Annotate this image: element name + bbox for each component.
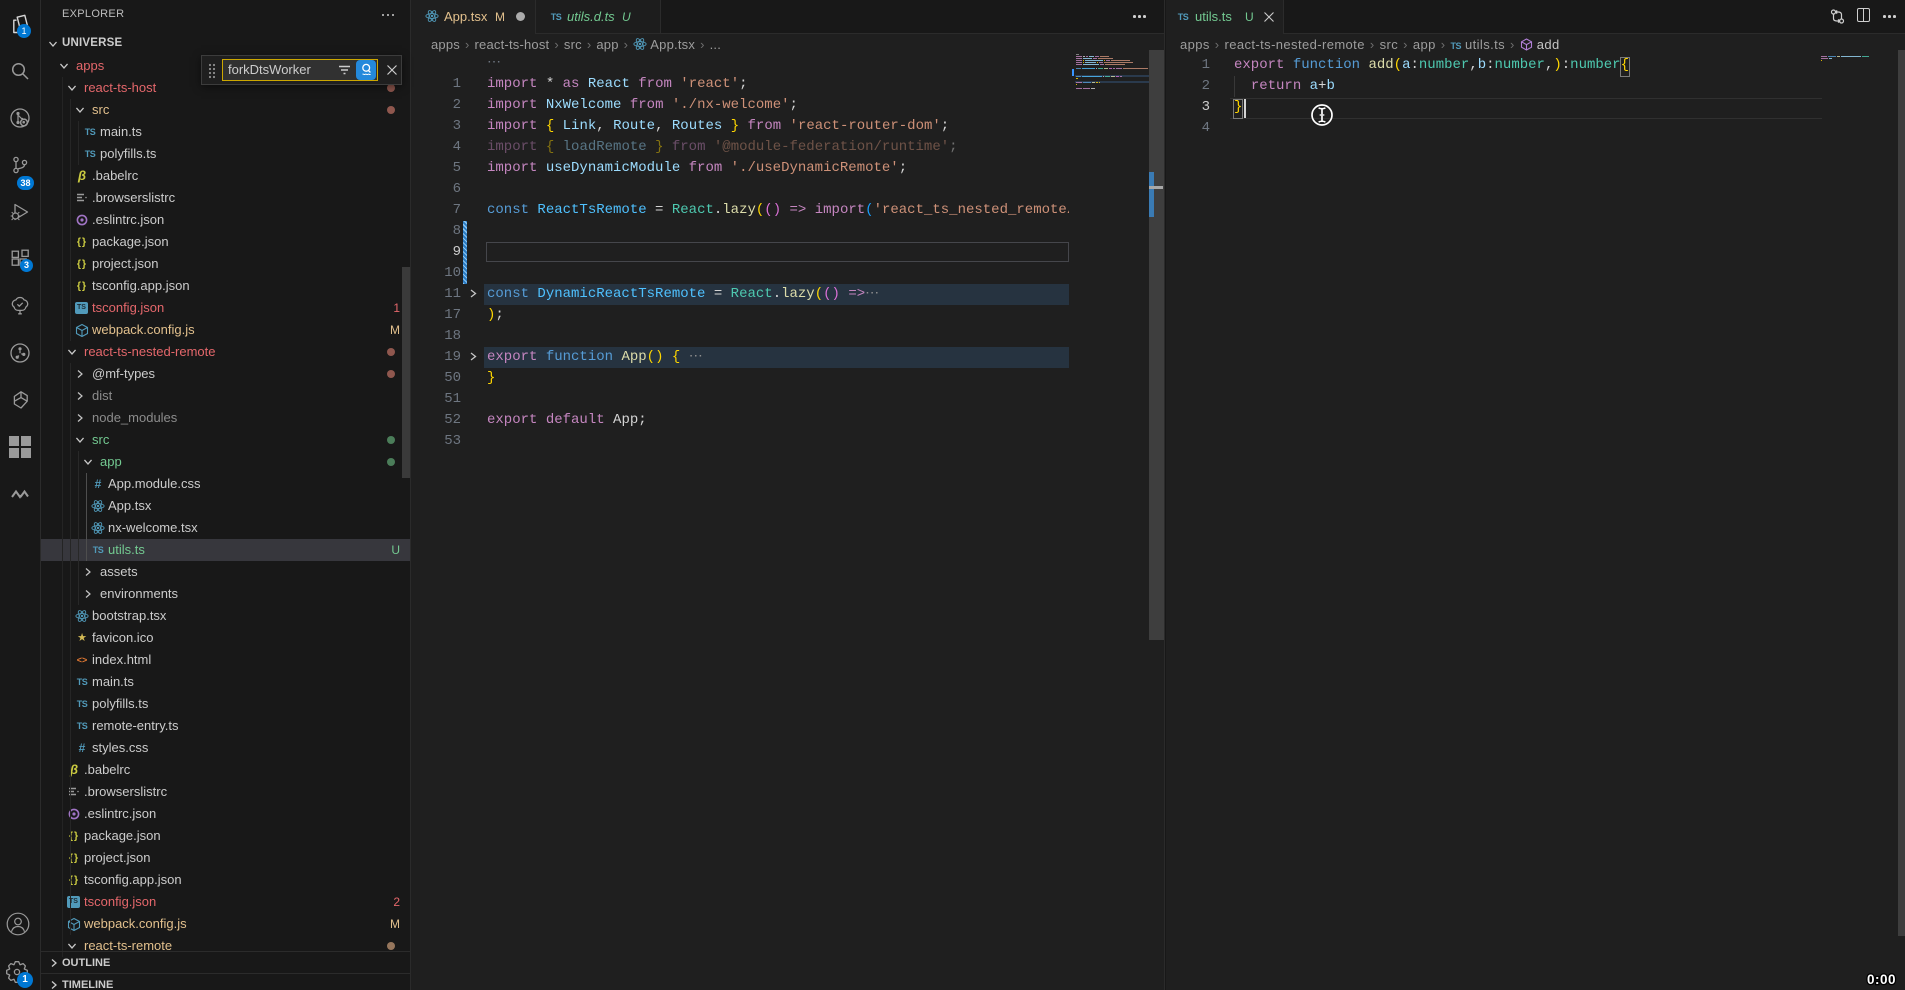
svg-text:0:00: 0:00	[1867, 972, 1896, 987]
